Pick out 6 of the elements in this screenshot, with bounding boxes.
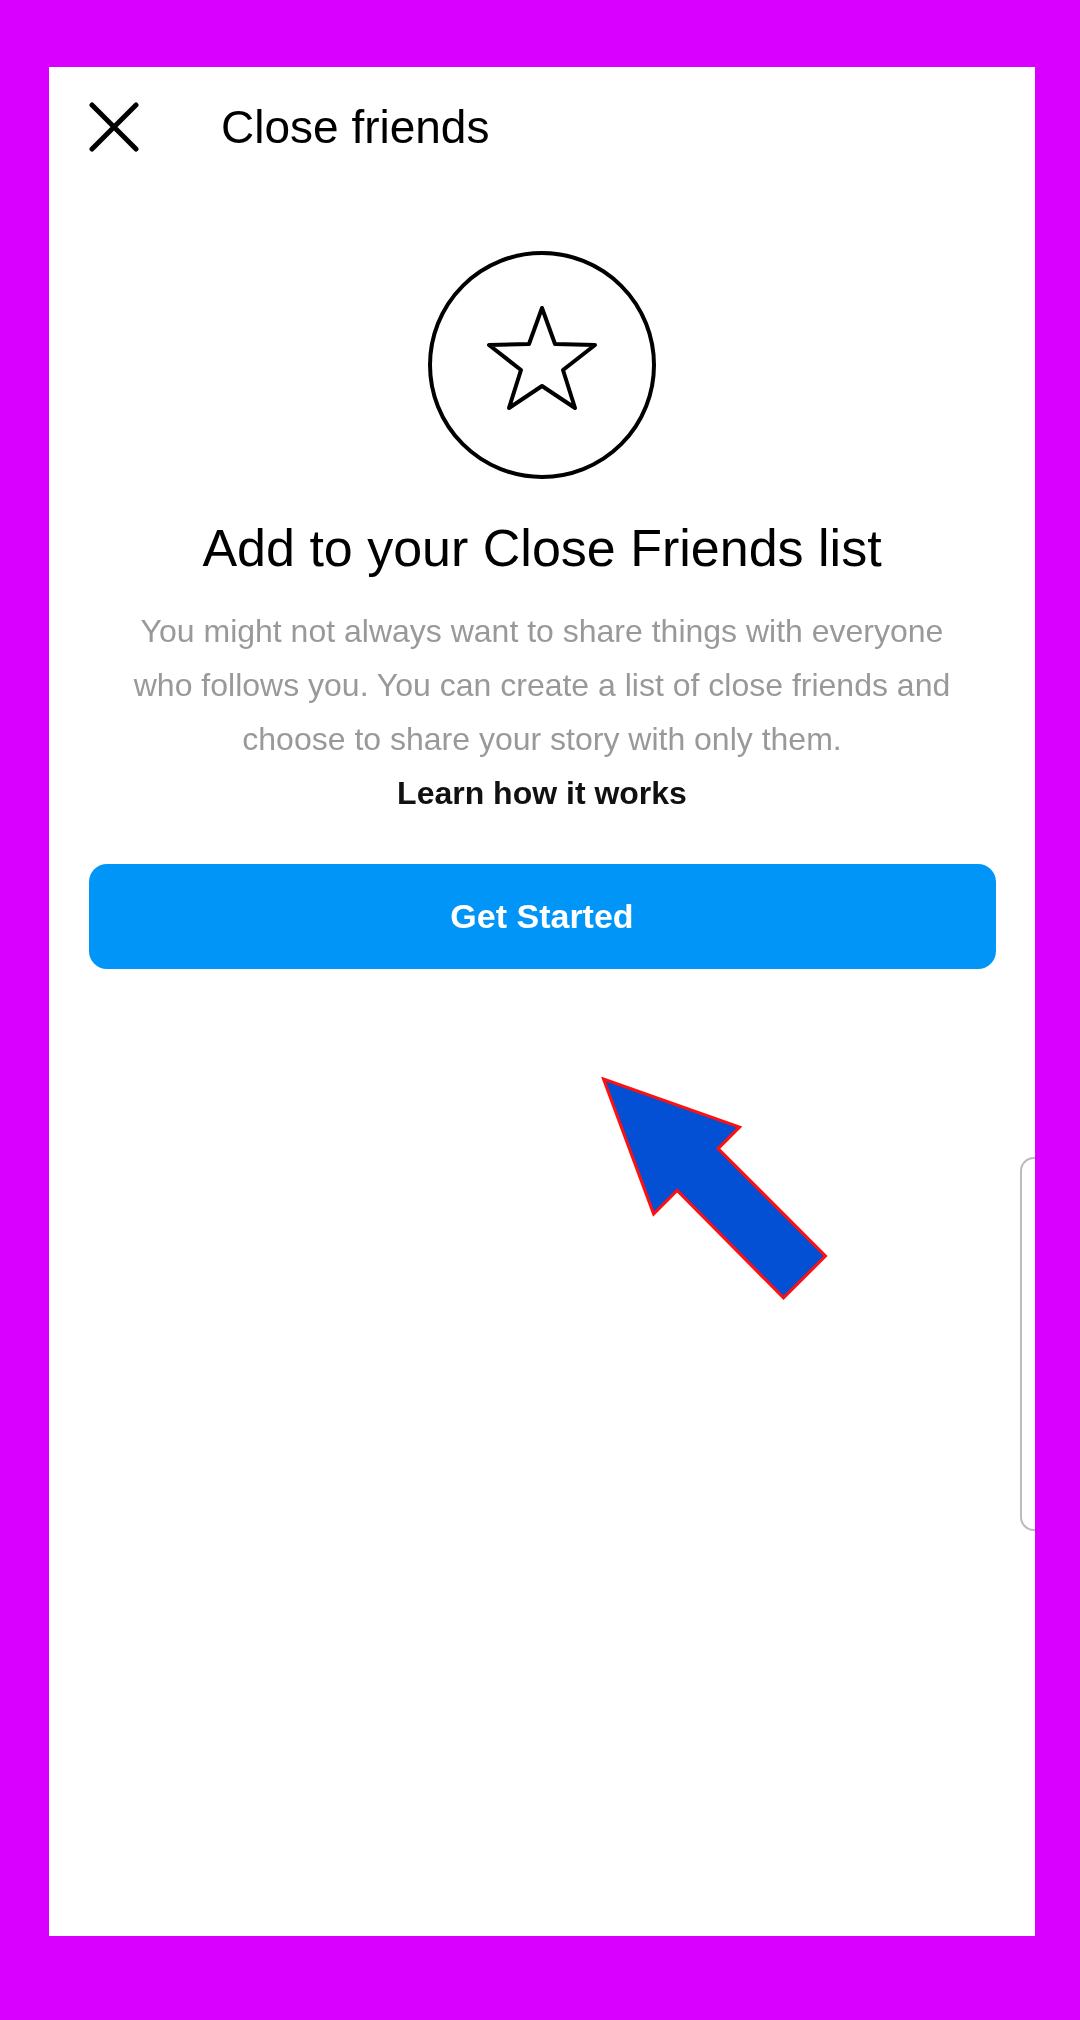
description: You might not always want to share things with everyone who follows you. You can create a list of close friends and choose to share your story with only them. Learn how it works <box>132 612 952 813</box>
learn-link[interactable]: Learn how it works <box>397 775 687 811</box>
heading: Add to your Close Friends list <box>202 518 882 578</box>
screen-title: Close friends <box>221 100 490 154</box>
star-circle-icon <box>427 250 657 480</box>
close-icon[interactable] <box>89 102 139 152</box>
